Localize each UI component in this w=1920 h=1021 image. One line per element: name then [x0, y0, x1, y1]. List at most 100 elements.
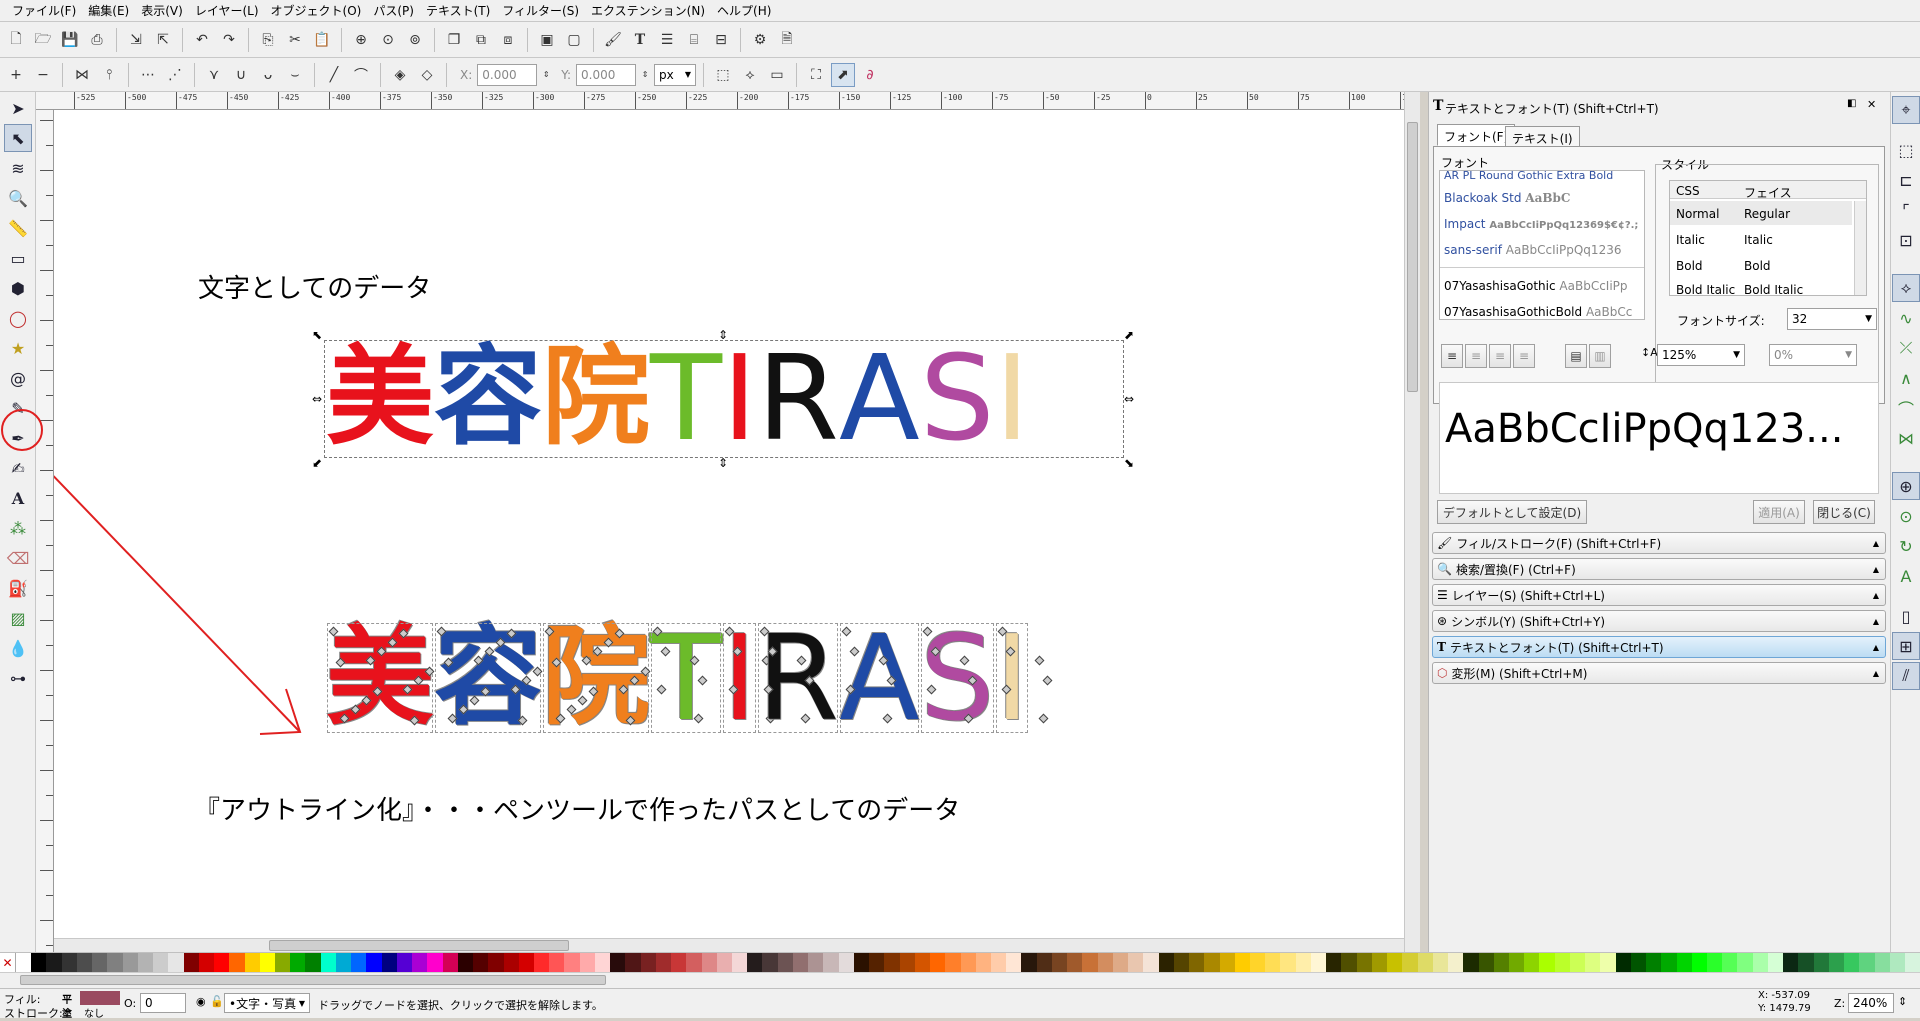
style-css-3[interactable]: Bold Italic [1676, 283, 1735, 297]
y-coordinate-field[interactable]: 0.000 [576, 63, 637, 86]
palette-swatch[interactable] [1508, 953, 1525, 973]
palette-swatch[interactable] [1021, 953, 1037, 973]
text-glyph[interactable]: I [995, 339, 1030, 457]
palette-swatch[interactable] [503, 953, 519, 973]
palette-swatch[interactable] [1067, 953, 1083, 973]
palette-swatch[interactable] [1676, 953, 1692, 973]
palette-swatch[interactable] [396, 953, 413, 973]
palette-swatch[interactable] [168, 953, 184, 973]
snap-nodes-icon[interactable]: ⟡ [1892, 274, 1920, 302]
palette-swatch[interactable] [1173, 953, 1190, 973]
palette-swatch[interactable] [1051, 953, 1068, 973]
color-palette[interactable]: ✕ [0, 952, 1920, 973]
palette-swatch[interactable] [1189, 953, 1205, 973]
palette-swatch[interactable] [61, 953, 77, 973]
letter-spacing-select[interactable]: 0% ▼ [1769, 344, 1857, 366]
palette-swatch[interactable] [31, 953, 47, 973]
palette-swatch[interactable] [305, 953, 321, 973]
palette-swatch[interactable] [701, 953, 717, 973]
align-justify-icon[interactable]: ≡ [1513, 344, 1535, 368]
snap-text-baseline-icon[interactable]: A [1892, 562, 1920, 590]
ellipse-tool-icon[interactable]: ◯ [4, 304, 32, 332]
palette-swatch[interactable] [533, 953, 550, 973]
clone-icon[interactable]: ⧉ [469, 28, 493, 52]
palette-swatch[interactable] [488, 953, 504, 973]
palette-swatch[interactable] [1905, 953, 1920, 973]
palette-swatch[interactable] [1478, 953, 1494, 973]
align-center-icon[interactable]: ≡ [1465, 344, 1487, 368]
zoom-field[interactable]: 240% [1848, 993, 1894, 1013]
font-list[interactable]: AR PL Round Gothic Extra Bold Blackoak S… [1439, 169, 1645, 320]
style-face-2[interactable]: Bold [1744, 259, 1771, 273]
snap-bbox-corner-icon[interactable]: ⌜ [1892, 196, 1920, 224]
palette-swatch[interactable] [975, 953, 991, 973]
panel-symbols[interactable]: ⊛ シンボル(Y) (Shift+Ctrl+Y) ▲ [1432, 610, 1886, 632]
palette-swatch[interactable] [1234, 953, 1250, 973]
text-font-icon[interactable]: T [628, 28, 652, 52]
palette-swatch[interactable] [1448, 953, 1464, 973]
path-node[interactable] [1038, 713, 1049, 724]
palette-swatch[interactable] [1524, 953, 1540, 973]
palette-swatch[interactable] [747, 953, 763, 973]
palette-swatch[interactable] [853, 953, 870, 973]
path-node[interactable] [1034, 655, 1045, 666]
palette-swatch[interactable] [290, 953, 306, 973]
export-icon[interactable]: ⇱ [151, 28, 175, 52]
tab-font[interactable]: フォント(F) [1437, 124, 1516, 146]
snap-center-icon[interactable]: ⊙ [1892, 502, 1920, 530]
palette-swatch[interactable] [335, 953, 352, 973]
palette-swatch[interactable] [198, 953, 215, 973]
palette-swatch[interactable] [1295, 953, 1311, 973]
cut-icon[interactable]: ✂ [283, 28, 307, 52]
align-right-icon[interactable]: ≡ [1489, 344, 1511, 368]
palette-swatch[interactable] [1844, 953, 1860, 973]
text-artwork[interactable]: 美容院TIRASI [326, 339, 1030, 457]
show-bbox-icon[interactable]: ⛶ [804, 63, 828, 87]
unlink-clone-icon[interactable]: ⧈ [496, 28, 520, 52]
palette-swatch[interactable] [594, 953, 611, 973]
palette-swatch[interactable] [1143, 953, 1159, 973]
palette-swatch[interactable] [823, 953, 839, 973]
tab-text[interactable]: テキスト(I) [1505, 126, 1580, 148]
palette-swatch[interactable] [1707, 953, 1723, 973]
ungroup-icon[interactable]: ▢ [562, 28, 586, 52]
text-glyph[interactable]: 院 [542, 342, 650, 454]
vertical-ruler[interactable] [36, 110, 54, 952]
palette-swatch[interactable] [183, 953, 199, 973]
palette-swatch[interactable] [107, 953, 123, 973]
palette-swatch[interactable] [1219, 953, 1235, 973]
layer-lock-icon[interactable]: 🔓 [210, 995, 224, 1008]
outlined-glyph[interactable]: T [650, 619, 722, 737]
path-node[interactable] [1042, 675, 1053, 686]
snap-intersection-icon[interactable]: ⤫ [1892, 334, 1920, 362]
show-transform-handles-icon[interactable]: ⬚ [711, 63, 735, 87]
menu-item-5[interactable]: パス(P) [367, 0, 420, 22]
layer-visibility-icon[interactable]: ◉ [196, 995, 206, 1008]
calligraphy-tool-icon[interactable]: ✍ [4, 454, 32, 482]
scale-handle-s[interactable]: ⇕ [718, 456, 728, 470]
xml-editor-icon[interactable]: ⌸ [682, 28, 706, 52]
palette-swatch[interactable] [1280, 953, 1296, 973]
font-row-2[interactable]: Impact AaBbCcIiPpQq12369$€¢?.; [1444, 217, 1638, 231]
palette-swatch[interactable] [137, 953, 154, 973]
palette-swatch[interactable] [960, 953, 976, 973]
show-outline-icon[interactable]: ▭ [765, 63, 789, 87]
menu-item-1[interactable]: 編集(E) [82, 0, 135, 22]
font-row-1[interactable]: Blackoak Std AaBbC [1444, 191, 1570, 205]
segment-curve-icon[interactable]: ⌒ [349, 63, 373, 87]
palette-swatch[interactable] [914, 953, 931, 973]
palette-swatch[interactable] [1783, 953, 1799, 973]
node-tool-icon[interactable]: ⬉ [4, 124, 32, 152]
palette-swatch[interactable] [1371, 953, 1388, 973]
horizontal-text-icon[interactable]: ▤ [1565, 344, 1587, 368]
palette-swatch[interactable] [945, 953, 961, 973]
edit-clip-icon[interactable]: ⬈ [831, 62, 856, 87]
dropper-tool-icon[interactable]: 💧 [4, 634, 32, 662]
join-segment-icon[interactable]: ⋯ [136, 63, 160, 87]
print-icon[interactable]: ⎙ [85, 28, 109, 52]
star-tool-icon[interactable]: ★ [4, 334, 32, 362]
palette-swatch[interactable] [1082, 953, 1098, 973]
duplicate-icon[interactable]: ❐ [442, 28, 466, 52]
palette-swatch[interactable] [92, 953, 108, 973]
delete-segment-icon[interactable]: ⋰ [163, 63, 187, 87]
